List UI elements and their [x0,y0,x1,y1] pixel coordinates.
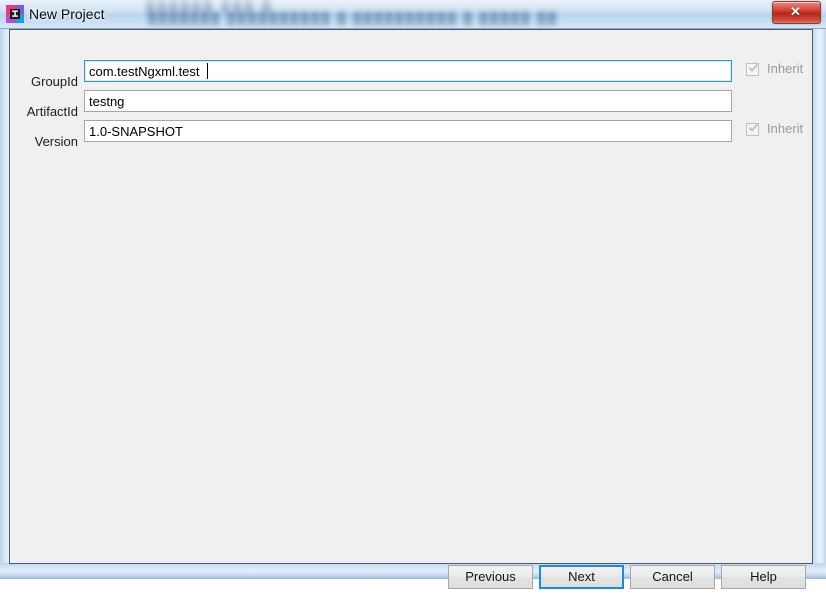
blurred-background-content: ██████ ███ █ ███████ ██████████ █ ██████… [0,0,826,29]
groupid-inherit-label: Inherit [767,61,804,76]
help-button[interactable]: Help [721,565,806,589]
groupid-input[interactable] [84,60,732,82]
previous-button[interactable]: Previous [448,565,533,589]
title-bar[interactable]: ██████ ███ █ ███████ ██████████ █ ██████… [0,0,826,29]
close-icon: ✕ [790,4,801,19]
dialog-content-area: GroupId Inherit ArtifactId Version [9,29,813,564]
text-caret [207,63,208,79]
checkmark-icon [748,123,758,132]
close-button[interactable]: ✕ [772,1,821,24]
version-input[interactable] [84,120,732,142]
blurred-background-text-line-2: ███████ ██████████ █ ██████████ █ █████ … [148,11,559,25]
window-right-border [811,29,826,579]
version-inherit-label: Inherit [767,121,804,136]
dialog-button-bar: Previous Next Cancel Help [9,565,813,601]
groupid-label: GroupId [31,74,78,89]
artifactid-input[interactable] [84,90,732,112]
cancel-button[interactable]: Cancel [630,565,715,589]
intellij-idea-logo-icon [6,5,24,23]
version-label: Version [34,134,78,149]
new-project-dialog-window: ██████ ███ █ ███████ ██████████ █ ██████… [0,0,826,589]
next-button[interactable]: Next [539,565,624,589]
window-body: GroupId Inherit ArtifactId Version [0,29,826,589]
window-title: New Project [29,6,105,22]
checkmark-icon [748,63,758,72]
artifactid-label: ArtifactId [26,104,78,119]
